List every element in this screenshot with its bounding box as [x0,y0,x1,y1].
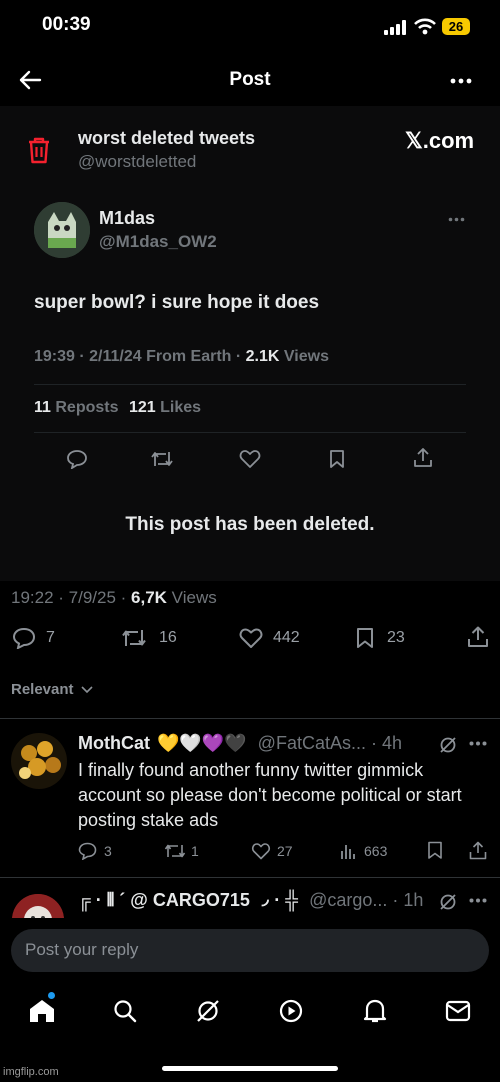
deleted-notice: This post has been deleted. [125,514,375,535]
post-action-bar: 7 16 442 23 [0,620,500,660]
share-icon[interactable] [467,626,489,648]
reply-author-handle: @FatCatAs... [257,733,366,753]
trash-icon [29,137,49,164]
card-repost-icon [151,452,173,466]
tweet-views-count: 2.1K [245,348,280,365]
more-options-icon[interactable] [450,78,472,84]
post-meta: 19:22 · 7/9/25 · 6,7K Views [11,588,217,608]
reply-repost-count: 1 [191,843,199,859]
divider [34,432,466,433]
imgflip-watermark: imgflip.com [3,1066,59,1078]
reply-like-icon[interactable] [251,842,271,860]
card-share-icon [414,448,432,467]
home-indicator [162,1066,338,1071]
reply-more-icon[interactable] [469,898,487,903]
bookmark-icon [357,628,373,648]
reply-more-icon[interactable] [469,741,487,746]
reply-views-count: 663 [364,843,388,859]
reply-time: · 4h [371,733,403,753]
home-icon [30,1000,54,1022]
reply-icon [12,627,36,649]
reply-bookmark-icon[interactable] [427,841,443,860]
tweet-likes-label: Likes [155,399,202,416]
reply-views-icon[interactable] [339,842,357,860]
like-count: 442 [273,629,300,646]
reply-author-handle: @cargo... [309,890,388,910]
reply-header: MothCat 💛🤍💜🖤 @FatCatAs... · 4h [78,733,402,754]
card-account-name: worst deleted tweets [78,128,256,148]
grok-icon[interactable] [439,736,457,754]
x-com-watermark: 𝕏.com [405,128,475,153]
bottom-nav [0,985,500,1040]
nav-home[interactable] [28,992,56,1024]
card-account-handle: @worstdeletted [78,152,197,171]
reply-count: 7 [46,629,55,646]
reply-input[interactable]: Post your reply [11,929,489,972]
coins-avatar-icon [19,741,61,779]
chevron-down-icon [81,686,93,694]
grok-icon[interactable] [439,893,457,911]
battery-level: 26 [448,19,464,34]
card-reply-icon [67,450,87,469]
reply-avatar [11,733,67,789]
status-time: 00:39 [42,14,91,35]
tweet-author-name: M1das [99,208,156,228]
status-bar: 00:39 26 [0,0,500,54]
like-icon [239,628,263,648]
sort-dropdown[interactable]: Relevant [11,681,93,698]
reply-like-count: 27 [277,843,293,859]
reply-share-icon[interactable] [469,841,487,860]
bookmark-count: 23 [387,629,405,646]
reply-avatar [12,894,64,918]
tweet-author-handle: @M1das_OW2 [99,232,217,251]
reply-author-name: MothCat [78,733,150,753]
post-views-count: 6,7K [131,588,167,607]
tweet-views-label: Views [279,348,329,365]
reply-author-emojis: 💛🤍💜🖤 [157,733,247,753]
list-item[interactable]: ╔ · ⫴ ´ @ CARGO715 ◞ · ╬ @cargo... · 1h [0,878,500,918]
tweet-stats: 11 Reposts 121 Likes [34,399,201,417]
tweet-meta: 19:39 · 2/11/24 From Earth · 2.1K Views [34,348,329,366]
reply-time: · 1h [392,890,424,910]
page-title: Post [229,69,271,90]
embedded-screenshot[interactable]: worst deleted tweets @worstdeletted 𝕏.co… [0,106,500,581]
signal-icon [384,20,406,35]
reply-action-bar: 3 1 27 663 [78,841,488,863]
card-bookmark-icon [330,450,344,468]
battery-indicator: 26 [442,18,470,35]
tweet-meta-prefix: 19:39 · 2/11/24 From Earth · [34,348,246,365]
reply-text: I finally found another funny twitter gi… [78,760,462,830]
search-icon[interactable] [113,999,137,1023]
tweet-likes-count: 121 [128,399,156,416]
reply-input-placeholder: Post your reply [25,940,139,959]
repost-icon [122,630,146,646]
tweet-reposts-count: 11 [34,399,51,416]
repost-count: 16 [159,629,177,646]
divider [34,384,466,385]
video-icon[interactable] [279,999,303,1023]
reply-reply-icon[interactable] [78,842,97,860]
tweet-reposts-label: Reposts [50,399,119,416]
post-views-label: Views [166,588,217,607]
post-meta-prefix: 19:22 · 7/9/25 · [11,588,132,607]
cat-avatar-icon [34,202,90,258]
face-avatar-icon [12,894,64,918]
tweet-more-icon [448,217,465,222]
notification-dot [48,992,55,999]
messages-icon[interactable] [445,1000,471,1022]
tweet-text: super bowl? i sure hope it does [34,292,320,313]
list-item[interactable]: MothCat 💛🤍💜🖤 @FatCatAs... · 4h I finally… [0,719,500,877]
reply-repost-icon[interactable] [164,842,186,860]
notifications-icon[interactable] [363,998,387,1024]
reply-reply-count: 3 [104,843,112,859]
card-like-icon [239,450,261,468]
top-bar: Post [0,54,500,106]
tweet-author-avatar [34,202,90,258]
reply-header: ╔ · ⫴ ´ @ CARGO715 ◞ · ╬ @cargo... · 1h [78,890,423,911]
sort-label: Relevant [11,681,74,698]
wifi-icon [414,18,436,35]
grok-nav-icon[interactable] [196,999,220,1023]
reply-author-name: ╔ · ⫴ ´ @ CARGO715 ◞ · ╬ [78,890,299,910]
